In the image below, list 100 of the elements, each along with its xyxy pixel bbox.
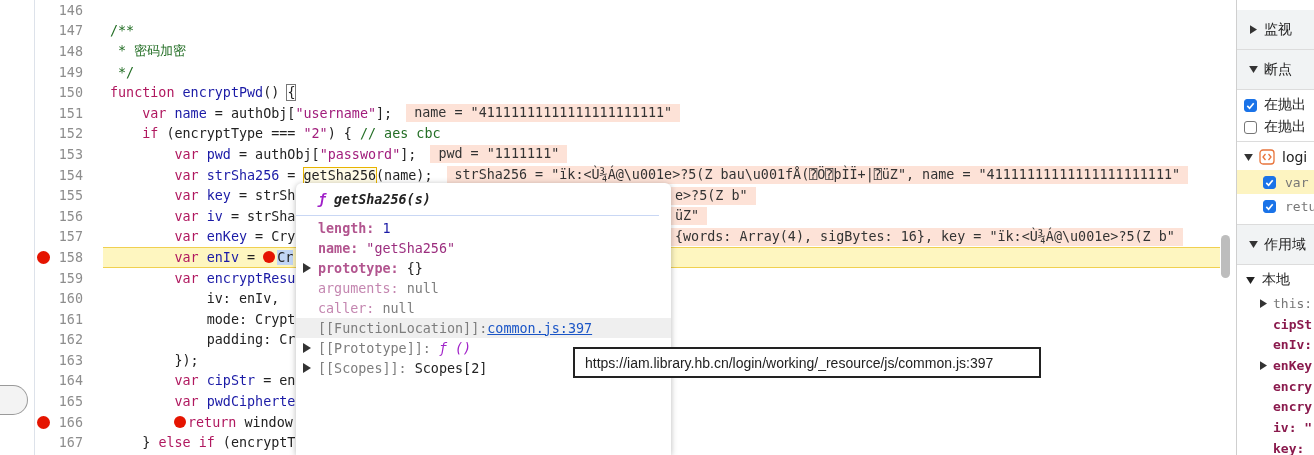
- checkbox[interactable]: [1263, 199, 1276, 213]
- scope-variable: cipSt: [1273, 316, 1313, 332]
- scope-variable: encry: [1273, 399, 1313, 415]
- code-line: var iv = strSha: [173, 208, 296, 224]
- file-name[interactable]: logi: [1282, 149, 1308, 165]
- expand-icon[interactable]: [1250, 25, 1257, 34]
- breakpoint-icon[interactable]: [174, 416, 186, 429]
- checkbox[interactable]: [1244, 98, 1257, 112]
- code-line: function encryptPwd() {: [110, 85, 296, 101]
- function-glyph: ƒ: [318, 191, 327, 207]
- inline-value: name = "41111111111111111111111": [406, 104, 681, 123]
- line-number: 165: [57, 394, 83, 410]
- line-number: 155: [57, 188, 83, 204]
- scope-variable: this:: [1273, 295, 1313, 311]
- line-number: 153: [57, 146, 83, 162]
- expand-icon[interactable]: [1246, 276, 1255, 284]
- expand-icon[interactable]: [303, 263, 311, 273]
- section-title: 监视: [1264, 20, 1292, 39]
- breakpoint-icon[interactable]: [37, 250, 50, 264]
- line-number: 149: [57, 64, 83, 80]
- line-number: 156: [57, 208, 83, 224]
- line-number: 146: [57, 2, 83, 18]
- property-line: prototype: {}: [318, 260, 423, 276]
- line-number: 158: [57, 249, 83, 265]
- url-tooltip: https://iam.library.hb.cn/login/working/_resource/js/common.js:397: [573, 347, 1041, 378]
- line-number: 151: [57, 105, 83, 121]
- inline-value: e>?5(Z b": [671, 186, 756, 205]
- code-line: var enIv =: [173, 249, 257, 265]
- scope-variable: enIv:: [1273, 337, 1313, 353]
- checkbox[interactable]: [1263, 175, 1276, 189]
- code-line: var encryptResu: [173, 270, 296, 286]
- code-line: var strSha256 = getSha256(name);: [173, 167, 433, 183]
- code-line: });: [173, 352, 199, 368]
- code-line: */: [117, 64, 135, 80]
- code-line: return window: [188, 414, 293, 430]
- code-line: /**: [110, 23, 135, 39]
- line-number: 161: [57, 311, 83, 327]
- code-line: } else if (encryptT: [141, 435, 296, 451]
- line-number: 167: [57, 435, 83, 451]
- inline-value: strSha256 = "ïk:<Ù¾Á@\u001e>?5(Z bau\u001fÅ(⍰Ö⍰þÌÏ+|⍰üZ", name = "41111111111111111111111": [446, 166, 1189, 185]
- code-line: var name = authObj["username"];: [141, 105, 393, 121]
- expand-icon[interactable]: [1260, 298, 1267, 308]
- line-number: 162: [57, 332, 83, 348]
- line-number: 148: [57, 44, 83, 59]
- property-line: arguments: null: [318, 280, 439, 296]
- line-number: 154: [57, 167, 83, 183]
- code-line: iv: enIv,: [205, 291, 280, 307]
- scope-variable: encry: [1273, 378, 1313, 394]
- option-label: 在抛出: [1264, 96, 1306, 114]
- property-line: [[Scopes]]: Scopes[2]: [318, 360, 488, 376]
- side-handle[interactable]: [0, 385, 28, 415]
- code-line: var cipStr = en: [173, 373, 296, 389]
- line-number: 166: [57, 414, 83, 430]
- scope-variable: iv: ": [1273, 419, 1313, 435]
- property-line: caller: null: [318, 300, 415, 316]
- code-line: mode: Crypt: [205, 311, 296, 327]
- breakpoint-code[interactable]: var: [1285, 174, 1309, 190]
- section-title: 作用域: [1264, 235, 1306, 254]
- option-label: 在抛出: [1264, 118, 1306, 136]
- property-line: name: "getSha256": [318, 240, 456, 256]
- line-number: 147: [57, 23, 83, 39]
- scrollbar-thumb[interactable]: [1221, 235, 1230, 278]
- code-line: if (encryptType === "2") { // aes cbc: [141, 126, 441, 142]
- property-line: [[Prototype]]: ƒ (): [318, 340, 472, 356]
- line-number: 152: [57, 126, 83, 142]
- section-header[interactable]: 监视: [1237, 10, 1314, 50]
- code-line: padding: Cr: [205, 332, 296, 348]
- section-title: 断点: [1264, 60, 1292, 79]
- breakpoint-icon[interactable]: [263, 251, 276, 264]
- line-number: 160: [57, 291, 83, 307]
- expand-icon[interactable]: [1260, 360, 1267, 370]
- code-line: var pwd = authObj["password"];: [173, 146, 417, 162]
- scope-title[interactable]: 本地: [1262, 271, 1290, 289]
- expand-icon[interactable]: [1249, 241, 1258, 248]
- code-line: * 密码加密: [117, 42, 187, 61]
- checkbox[interactable]: [1244, 120, 1257, 134]
- section-header[interactable]: 断点: [1237, 50, 1314, 90]
- code-line: var pwdCipherte: [173, 394, 296, 410]
- property-line: [[FunctionLocation]]:common.js:397: [318, 320, 593, 336]
- popover-title: getSha256(s): [334, 191, 431, 207]
- source-link[interactable]: common.js:397: [487, 320, 593, 336]
- line-number: 159: [57, 270, 83, 286]
- line-number: 150: [57, 85, 83, 101]
- inline-value: pwd = "1111111": [430, 145, 568, 164]
- expand-icon[interactable]: [1249, 66, 1258, 73]
- line-number: 157: [57, 229, 83, 245]
- line-number: 163: [57, 352, 83, 368]
- scope-variable: key:: [1273, 440, 1305, 455]
- code-file-icon: [1259, 149, 1275, 165]
- code-line: var key = strSh: [173, 188, 296, 204]
- property-line: length: 1: [318, 220, 391, 236]
- code-line: var enKey = Cry: [173, 229, 296, 245]
- expand-icon[interactable]: [1244, 153, 1253, 161]
- breakpoint-icon[interactable]: [37, 415, 50, 429]
- inline-value: {words: Array(4), sigBytes: 16}, key = "ïk:<Ù¾Á@\u001e>?5(Z b": [671, 227, 1183, 246]
- section-header[interactable]: 作用域: [1237, 225, 1314, 265]
- scope-variable: enKey: [1273, 357, 1313, 373]
- selected-breakpoint-row[interactable]: var: [1237, 170, 1314, 194]
- inline-value: üZ": [671, 207, 708, 226]
- line-number: 164: [57, 373, 83, 389]
